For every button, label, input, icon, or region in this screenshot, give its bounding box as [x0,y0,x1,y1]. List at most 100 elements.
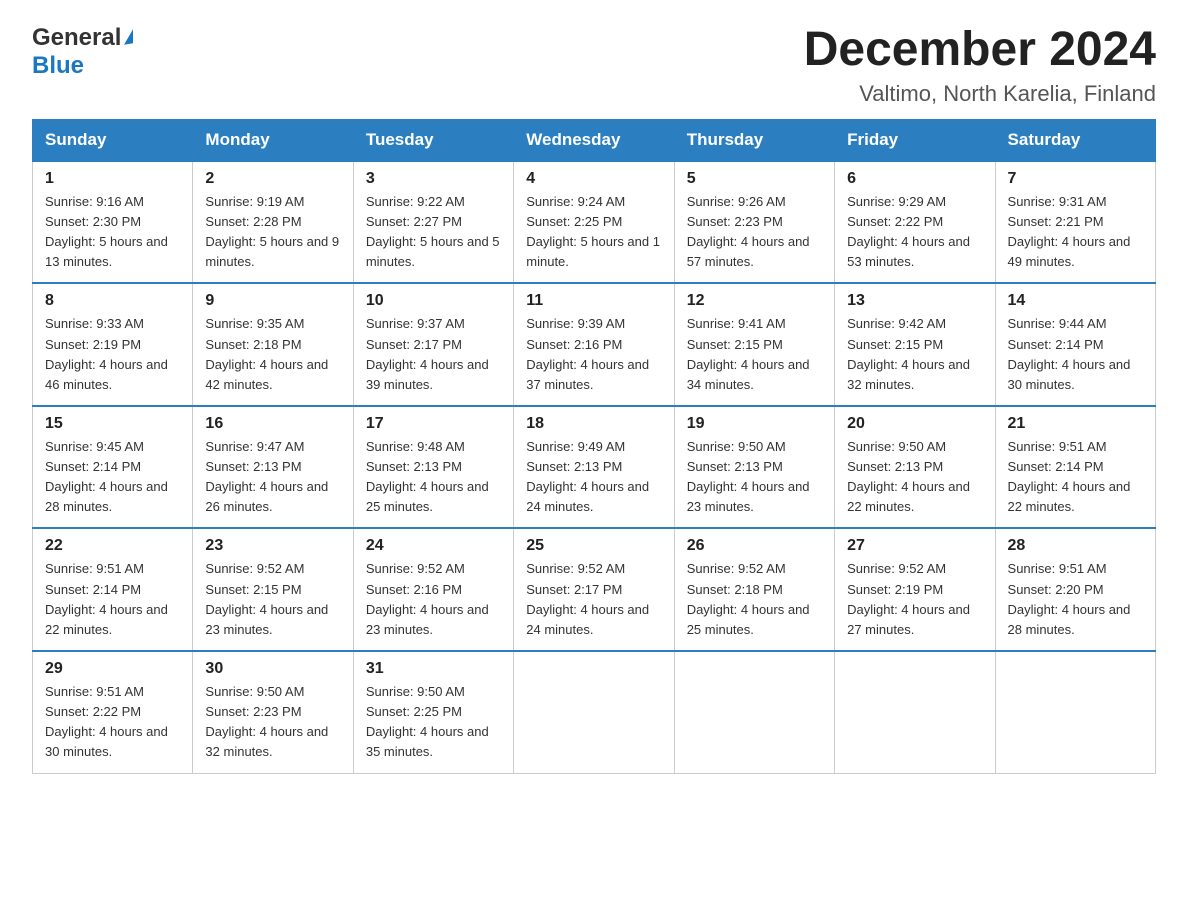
calendar-week-row: 8 Sunrise: 9:33 AMSunset: 2:19 PMDayligh… [33,283,1156,406]
day-number: 4 [526,170,661,188]
day-number: 6 [847,170,982,188]
day-number: 30 [205,660,340,678]
day-info: Sunrise: 9:51 AMSunset: 2:14 PMDaylight:… [45,561,168,636]
calendar-cell: 9 Sunrise: 9:35 AMSunset: 2:18 PMDayligh… [193,283,353,406]
calendar-cell: 13 Sunrise: 9:42 AMSunset: 2:15 PMDaylig… [835,283,995,406]
calendar-cell: 24 Sunrise: 9:52 AMSunset: 2:16 PMDaylig… [353,528,513,651]
day-number: 2 [205,170,340,188]
calendar-cell: 22 Sunrise: 9:51 AMSunset: 2:14 PMDaylig… [33,528,193,651]
day-info: Sunrise: 9:52 AMSunset: 2:17 PMDaylight:… [526,561,649,636]
day-number: 9 [205,292,340,310]
calendar-cell: 3 Sunrise: 9:22 AMSunset: 2:27 PMDayligh… [353,161,513,284]
day-info: Sunrise: 9:50 AMSunset: 2:13 PMDaylight:… [847,439,970,514]
day-info: Sunrise: 9:22 AMSunset: 2:27 PMDaylight:… [366,194,500,269]
day-number: 5 [687,170,822,188]
day-info: Sunrise: 9:39 AMSunset: 2:16 PMDaylight:… [526,316,649,391]
day-info: Sunrise: 9:16 AMSunset: 2:30 PMDaylight:… [45,194,168,269]
calendar-cell: 17 Sunrise: 9:48 AMSunset: 2:13 PMDaylig… [353,406,513,529]
calendar-cell: 5 Sunrise: 9:26 AMSunset: 2:23 PMDayligh… [674,161,834,284]
day-info: Sunrise: 9:47 AMSunset: 2:13 PMDaylight:… [205,439,328,514]
day-info: Sunrise: 9:33 AMSunset: 2:19 PMDaylight:… [45,316,168,391]
day-info: Sunrise: 9:19 AMSunset: 2:28 PMDaylight:… [205,194,339,269]
logo-triangle-icon [124,29,133,45]
day-number: 24 [366,537,501,555]
calendar-cell: 23 Sunrise: 9:52 AMSunset: 2:15 PMDaylig… [193,528,353,651]
logo: General Blue [32,24,133,80]
day-number: 19 [687,415,822,433]
day-info: Sunrise: 9:51 AMSunset: 2:20 PMDaylight:… [1008,561,1131,636]
day-number: 16 [205,415,340,433]
day-number: 8 [45,292,180,310]
day-info: Sunrise: 9:51 AMSunset: 2:14 PMDaylight:… [1008,439,1131,514]
calendar-cell: 1 Sunrise: 9:16 AMSunset: 2:30 PMDayligh… [33,161,193,284]
day-number: 27 [847,537,982,555]
calendar-cell: 15 Sunrise: 9:45 AMSunset: 2:14 PMDaylig… [33,406,193,529]
day-info: Sunrise: 9:50 AMSunset: 2:23 PMDaylight:… [205,684,328,759]
header-monday: Monday [193,119,353,161]
calendar-cell [674,651,834,773]
day-info: Sunrise: 9:44 AMSunset: 2:14 PMDaylight:… [1008,316,1131,391]
calendar-week-row: 22 Sunrise: 9:51 AMSunset: 2:14 PMDaylig… [33,528,1156,651]
day-number: 29 [45,660,180,678]
header-wednesday: Wednesday [514,119,674,161]
day-number: 22 [45,537,180,555]
calendar-cell: 30 Sunrise: 9:50 AMSunset: 2:23 PMDaylig… [193,651,353,773]
day-info: Sunrise: 9:29 AMSunset: 2:22 PMDaylight:… [847,194,970,269]
calendar-cell [995,651,1155,773]
calendar-cell: 10 Sunrise: 9:37 AMSunset: 2:17 PMDaylig… [353,283,513,406]
day-info: Sunrise: 9:37 AMSunset: 2:17 PMDaylight:… [366,316,489,391]
calendar-cell: 29 Sunrise: 9:51 AMSunset: 2:22 PMDaylig… [33,651,193,773]
day-number: 10 [366,292,501,310]
day-info: Sunrise: 9:52 AMSunset: 2:18 PMDaylight:… [687,561,810,636]
day-info: Sunrise: 9:49 AMSunset: 2:13 PMDaylight:… [526,439,649,514]
calendar-week-row: 29 Sunrise: 9:51 AMSunset: 2:22 PMDaylig… [33,651,1156,773]
calendar-cell [514,651,674,773]
calendar-cell: 18 Sunrise: 9:49 AMSunset: 2:13 PMDaylig… [514,406,674,529]
day-info: Sunrise: 9:52 AMSunset: 2:15 PMDaylight:… [205,561,328,636]
calendar-table: Sunday Monday Tuesday Wednesday Thursday… [32,119,1156,774]
calendar-cell: 20 Sunrise: 9:50 AMSunset: 2:13 PMDaylig… [835,406,995,529]
day-number: 1 [45,170,180,188]
day-number: 21 [1008,415,1143,433]
header-thursday: Thursday [674,119,834,161]
day-info: Sunrise: 9:42 AMSunset: 2:15 PMDaylight:… [847,316,970,391]
day-info: Sunrise: 9:48 AMSunset: 2:13 PMDaylight:… [366,439,489,514]
calendar-cell: 16 Sunrise: 9:47 AMSunset: 2:13 PMDaylig… [193,406,353,529]
day-number: 26 [687,537,822,555]
day-number: 28 [1008,537,1143,555]
day-number: 7 [1008,170,1143,188]
day-number: 14 [1008,292,1143,310]
title-block: December 2024 Valtimo, North Karelia, Fi… [804,24,1156,107]
day-number: 18 [526,415,661,433]
day-number: 17 [366,415,501,433]
day-info: Sunrise: 9:45 AMSunset: 2:14 PMDaylight:… [45,439,168,514]
day-info: Sunrise: 9:50 AMSunset: 2:13 PMDaylight:… [687,439,810,514]
calendar-cell: 2 Sunrise: 9:19 AMSunset: 2:28 PMDayligh… [193,161,353,284]
calendar-cell: 19 Sunrise: 9:50 AMSunset: 2:13 PMDaylig… [674,406,834,529]
calendar-cell: 8 Sunrise: 9:33 AMSunset: 2:19 PMDayligh… [33,283,193,406]
calendar-cell: 14 Sunrise: 9:44 AMSunset: 2:14 PMDaylig… [995,283,1155,406]
calendar-cell: 12 Sunrise: 9:41 AMSunset: 2:15 PMDaylig… [674,283,834,406]
day-info: Sunrise: 9:51 AMSunset: 2:22 PMDaylight:… [45,684,168,759]
calendar-title: December 2024 [804,24,1156,77]
day-info: Sunrise: 9:52 AMSunset: 2:16 PMDaylight:… [366,561,489,636]
calendar-cell: 31 Sunrise: 9:50 AMSunset: 2:25 PMDaylig… [353,651,513,773]
logo-general-text: General [32,24,121,52]
calendar-cell: 6 Sunrise: 9:29 AMSunset: 2:22 PMDayligh… [835,161,995,284]
calendar-cell: 11 Sunrise: 9:39 AMSunset: 2:16 PMDaylig… [514,283,674,406]
calendar-cell: 4 Sunrise: 9:24 AMSunset: 2:25 PMDayligh… [514,161,674,284]
day-number: 11 [526,292,661,310]
day-number: 13 [847,292,982,310]
day-number: 3 [366,170,501,188]
calendar-cell: 27 Sunrise: 9:52 AMSunset: 2:19 PMDaylig… [835,528,995,651]
calendar-cell: 21 Sunrise: 9:51 AMSunset: 2:14 PMDaylig… [995,406,1155,529]
day-info: Sunrise: 9:41 AMSunset: 2:15 PMDaylight:… [687,316,810,391]
calendar-cell: 28 Sunrise: 9:51 AMSunset: 2:20 PMDaylig… [995,528,1155,651]
day-number: 20 [847,415,982,433]
logo-blue-text: Blue [32,52,84,79]
day-number: 31 [366,660,501,678]
day-info: Sunrise: 9:52 AMSunset: 2:19 PMDaylight:… [847,561,970,636]
calendar-week-row: 1 Sunrise: 9:16 AMSunset: 2:30 PMDayligh… [33,161,1156,284]
day-number: 25 [526,537,661,555]
day-number: 23 [205,537,340,555]
